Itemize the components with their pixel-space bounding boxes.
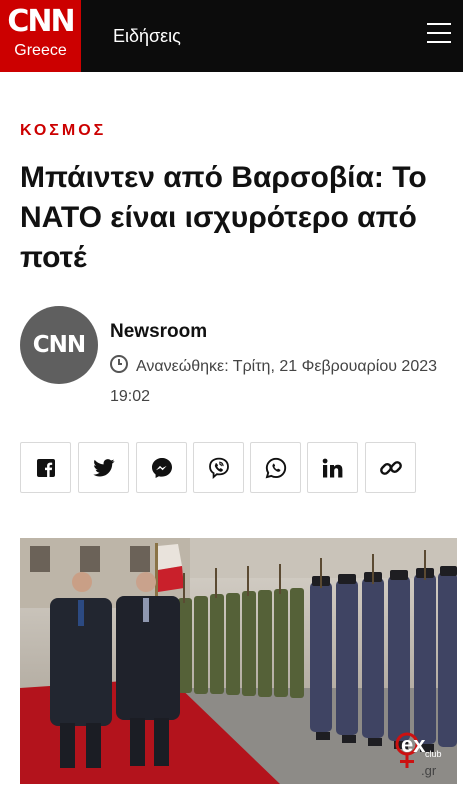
top-navigation-bar: CNN Greece Ειδήσεις xyxy=(0,0,463,72)
watermark-sub: club xyxy=(425,749,442,759)
logo-text: CNN xyxy=(7,4,75,39)
article-headline: Μπάιντεν από Βαρσοβία: Το ΝΑΤΟ είναι ισχ… xyxy=(20,161,427,274)
hamburger-menu-icon[interactable] xyxy=(427,20,453,48)
share-twitter-button[interactable] xyxy=(78,442,129,493)
exclub-logo-icon: ex club .gr xyxy=(395,732,442,778)
linkedin-icon xyxy=(322,458,342,477)
share-viber-button[interactable] xyxy=(193,442,244,493)
messenger-icon xyxy=(151,457,172,478)
nav-title-news[interactable]: Ειδήσεις xyxy=(113,24,181,48)
share-whatsapp-button[interactable] xyxy=(250,442,301,493)
share-linkedin-button[interactable] xyxy=(307,442,358,493)
share-messenger-button[interactable] xyxy=(136,442,187,493)
whatsapp-icon xyxy=(265,457,286,478)
exclub-watermark: ex club .gr xyxy=(387,727,457,784)
viber-icon xyxy=(208,457,229,479)
updated-text: Ανανεώθηκε: Τρίτη, 21 Φεβρουαρίου 2023 1… xyxy=(110,358,438,405)
twitter-icon xyxy=(92,458,114,476)
author-avatar[interactable]: CNN xyxy=(20,306,98,384)
copy-link-button[interactable] xyxy=(365,442,416,493)
clock-icon xyxy=(110,355,128,373)
cnn-greece-logo[interactable]: CNN Greece xyxy=(0,0,81,72)
copy-link-icon xyxy=(379,460,402,475)
updated-timestamp: Ανανεώθηκε: Τρίτη, 21 Φεβρουαρίου 2023 1… xyxy=(110,352,450,412)
section-label[interactable]: ΚΟΣΜΟΣ xyxy=(20,122,106,140)
author-name[interactable]: Newsroom xyxy=(110,321,207,343)
article-photo[interactable]: ex club .gr xyxy=(20,538,457,784)
facebook-icon xyxy=(36,458,55,477)
share-facebook-button[interactable] xyxy=(20,442,71,493)
watermark-text: ex xyxy=(401,732,426,757)
logo-subtitle: Greece xyxy=(14,42,67,59)
watermark-domain: .gr xyxy=(421,763,437,778)
